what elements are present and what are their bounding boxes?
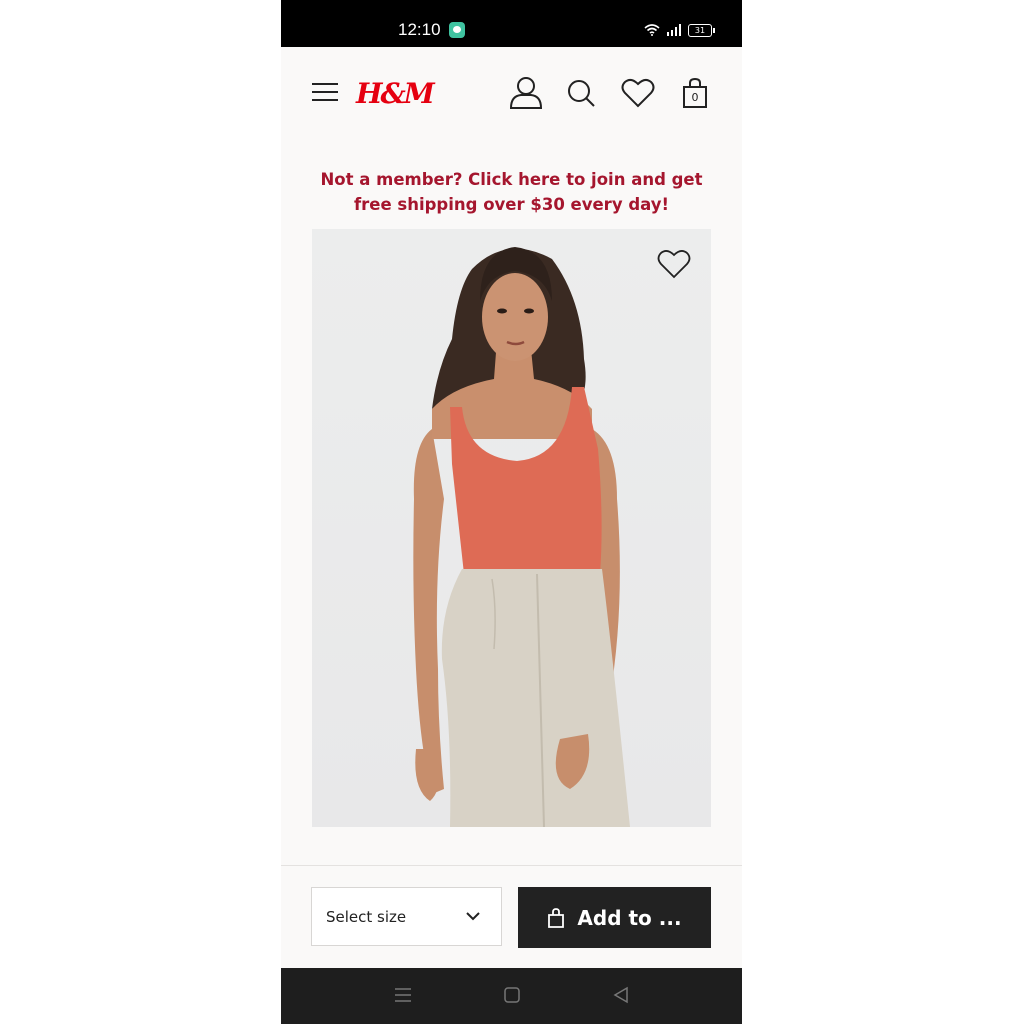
status-time: 12:10 xyxy=(398,20,441,39)
signal-icon xyxy=(667,24,681,36)
wifi-icon xyxy=(644,24,660,36)
product-image[interactable] xyxy=(312,229,711,827)
user-icon[interactable] xyxy=(509,75,543,111)
heart-icon[interactable] xyxy=(621,77,655,109)
add-to-bag-label: Add to ... xyxy=(577,905,682,930)
purchase-bar: Select size Add to ... xyxy=(281,865,742,969)
shopping-bag-icon[interactable]: 0 xyxy=(681,77,709,109)
add-to-favorites-heart-icon[interactable] xyxy=(657,247,691,281)
search-icon[interactable] xyxy=(567,79,597,109)
status-indicators: 31 xyxy=(644,22,715,38)
system-nav-bar xyxy=(281,968,742,1024)
brand-logo[interactable]: H&M xyxy=(356,77,435,110)
home-icon[interactable] xyxy=(503,986,521,1004)
member-promo-link[interactable]: Not a member? Click here to join and get… xyxy=(311,167,712,217)
battery-icon: 31 xyxy=(688,23,715,37)
model-photo xyxy=(413,247,630,827)
header: H&M 0 xyxy=(281,47,742,142)
app-screen: 12:10 31 H&M 0 Not a member? Click here … xyxy=(281,0,742,1024)
bag-count: 0 xyxy=(692,91,699,104)
status-bar: 12:10 31 xyxy=(281,0,742,47)
recents-icon[interactable] xyxy=(394,986,412,1004)
shopping-bag-icon xyxy=(548,907,565,928)
back-icon[interactable] xyxy=(612,986,630,1004)
size-select-label: Select size xyxy=(326,907,407,926)
chat-app-icon xyxy=(449,22,465,38)
size-select[interactable]: Select size xyxy=(311,887,502,946)
hamburger-icon[interactable] xyxy=(311,81,339,103)
chevron-down-icon xyxy=(466,912,480,921)
add-to-bag-button[interactable]: Add to ... xyxy=(518,887,711,948)
